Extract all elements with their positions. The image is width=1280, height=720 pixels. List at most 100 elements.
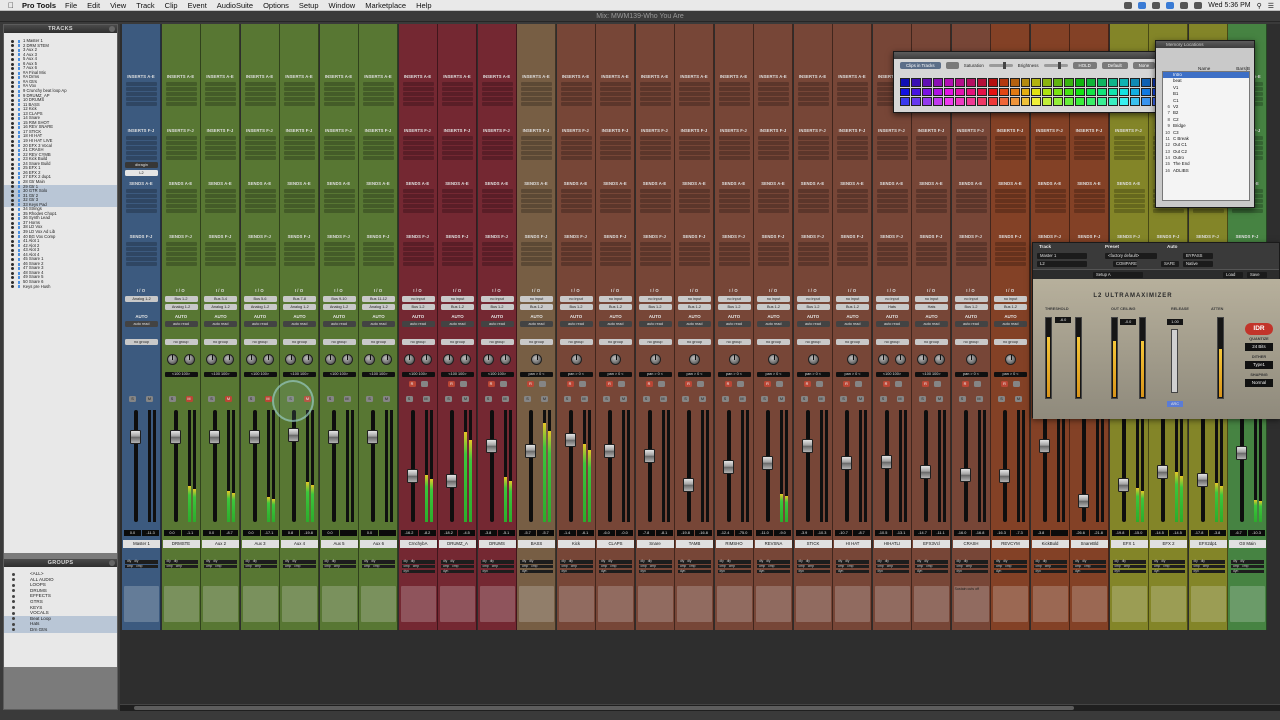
insert-slot[interactable]	[1074, 150, 1105, 155]
insert-slot[interactable]	[876, 150, 908, 155]
peak-value[interactable]: -8.1	[655, 530, 673, 536]
none-button[interactable]: None	[1132, 62, 1156, 69]
insert-slots[interactable]	[876, 136, 908, 161]
track-name[interactable]: RIMSHO	[715, 540, 753, 548]
insert-slots[interactable]	[284, 136, 315, 161]
insert-slots[interactable]	[560, 136, 592, 161]
inserts-a-e-label[interactable]: INSERTS A-E	[359, 74, 397, 79]
color-swatch[interactable]	[900, 97, 910, 106]
send-slot[interactable]	[560, 193, 592, 198]
send-slot[interactable]	[284, 198, 315, 203]
send-slot[interactable]	[126, 251, 157, 256]
peak-value[interactable]: -17.1	[260, 530, 278, 536]
volume-readout[interactable]: -1.4 -6.1	[558, 530, 594, 536]
send-slot[interactable]	[165, 256, 197, 261]
volume-readout[interactable]: -3.9 -10.3	[795, 530, 831, 536]
inserts-f-j-label[interactable]: INSERTS F-J	[991, 128, 1029, 133]
automation-mode-selector[interactable]: auto read	[836, 321, 869, 327]
send-slots[interactable]	[126, 189, 157, 214]
track-name[interactable]: TAMB	[676, 540, 713, 548]
send-slots[interactable]	[718, 189, 750, 214]
pan-value[interactable]: <100 100>	[480, 372, 514, 377]
send-slot[interactable]	[876, 208, 908, 213]
volume-fader[interactable]	[130, 430, 141, 444]
send-slot[interactable]	[205, 251, 236, 256]
show-hide-icon[interactable]	[11, 276, 14, 280]
mute-button[interactable]: M	[778, 396, 785, 402]
inserts-a-e-label[interactable]: INSERTS A-E	[596, 74, 634, 79]
peak-value[interactable]: -8.7	[221, 530, 238, 536]
show-hide-icon[interactable]	[11, 162, 14, 166]
insert-slot[interactable]	[284, 136, 315, 140]
output-selector[interactable]: Hats	[875, 304, 909, 310]
record-enable-button[interactable]: R	[685, 381, 692, 387]
mini-insert-row[interactable]: cmp cmp	[875, 564, 909, 569]
send-slots[interactable]	[481, 242, 513, 267]
color-swatch[interactable]	[910, 87, 921, 97]
sends-f-j-label[interactable]: SENDS F-J	[1031, 234, 1069, 239]
insert-slot[interactable]	[718, 145, 750, 150]
pan-knob-right[interactable]	[302, 354, 313, 365]
insert-slots[interactable]	[442, 136, 473, 161]
volume-fader[interactable]	[801, 439, 813, 454]
volume-fader-track[interactable]	[1042, 410, 1047, 522]
comment-box[interactable]	[993, 586, 1028, 622]
default-button[interactable]: Default	[1101, 62, 1128, 69]
send-slot[interactable]	[521, 242, 552, 246]
insert-mini-block[interactable]: dly dly cmp cmp dyn	[717, 559, 751, 580]
pan-knob[interactable]	[1005, 354, 1016, 365]
send-slot[interactable]	[758, 208, 789, 213]
group-selector[interactable]: no group	[954, 339, 988, 345]
menu-audiosuite[interactable]: AudioSuite	[217, 1, 253, 10]
mute-button[interactable]: M	[225, 396, 232, 402]
insert-slot[interactable]	[205, 155, 236, 160]
send-slots[interactable]	[481, 189, 513, 214]
volume-fader[interactable]	[1117, 477, 1129, 492]
insert-slot[interactable]	[797, 145, 829, 150]
color-swatch[interactable]	[1119, 78, 1130, 87]
insert-slot[interactable]	[284, 155, 315, 160]
send-slot[interactable]	[916, 256, 947, 261]
solo-button[interactable]: S	[405, 396, 413, 402]
insert-slots[interactable]	[126, 136, 157, 161]
insert-slot[interactable]	[837, 145, 868, 150]
input-selector[interactable]: no input	[717, 296, 751, 302]
insert-slot[interactable]	[521, 155, 552, 160]
group-selector[interactable]: no group	[322, 339, 356, 345]
send-slot[interactable]	[639, 251, 671, 256]
insert-slot[interactable]	[876, 140, 908, 145]
send-slot[interactable]	[165, 261, 197, 266]
insert-slot[interactable]	[244, 155, 276, 160]
insert-slots[interactable]	[758, 82, 789, 107]
send-slot[interactable]	[1113, 203, 1145, 208]
send-slot[interactable]	[1074, 203, 1105, 208]
show-hide-icon[interactable]	[11, 203, 14, 207]
color-swatch[interactable]	[1064, 87, 1075, 97]
volume-fader-track[interactable]	[687, 410, 691, 522]
solo-button[interactable]: S	[682, 396, 689, 402]
send-slot[interactable]	[679, 198, 710, 203]
sends-a-e-label[interactable]: SENDS A-E	[399, 181, 437, 186]
comment-box[interactable]	[558, 586, 594, 622]
color-swatch[interactable]	[900, 87, 910, 97]
insert-slots[interactable]	[402, 82, 434, 107]
comment-box[interactable]	[1032, 586, 1068, 622]
pan-value[interactable]: <100 100>	[915, 372, 948, 377]
send-slot[interactable]	[244, 242, 276, 246]
insert-slot[interactable]	[442, 150, 473, 155]
insert-slots[interactable]	[797, 82, 829, 107]
mini-insert-row[interactable]: dyn	[1112, 569, 1146, 574]
group-selector[interactable]: no group	[125, 339, 158, 345]
output-selector[interactable]: Bus 1-2	[678, 304, 711, 310]
insert-slot[interactable]	[481, 136, 513, 140]
ceiling-readout[interactable]: -0.0	[1120, 319, 1136, 325]
mini-insert-row[interactable]: cmp cmp	[717, 564, 751, 569]
insert-slot[interactable]	[402, 145, 434, 150]
insert-slot[interactable]	[442, 91, 473, 96]
show-hide-icon[interactable]	[11, 244, 14, 248]
track-name[interactable]: REVSNA	[755, 540, 792, 548]
insert-slot[interactable]	[205, 96, 236, 101]
send-slot[interactable]	[165, 246, 197, 251]
mute-button[interactable]: M	[343, 396, 351, 402]
send-slot[interactable]	[363, 256, 394, 261]
